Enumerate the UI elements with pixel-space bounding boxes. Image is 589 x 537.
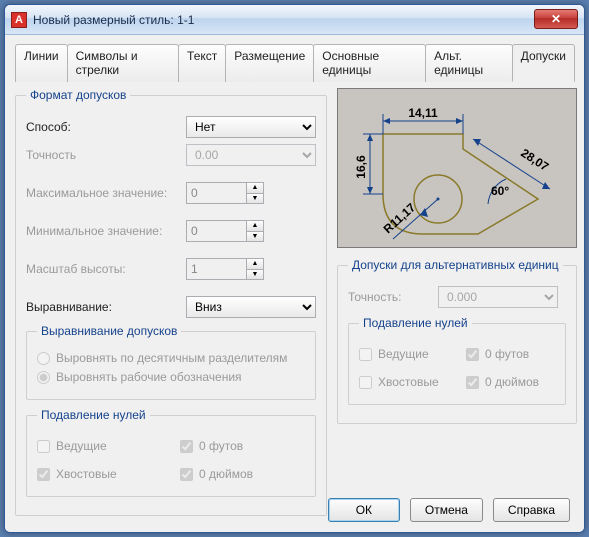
- leading-check: [37, 440, 50, 453]
- alt-inches-check: [466, 376, 479, 389]
- button-row: ОК Отмена Справка: [328, 498, 570, 522]
- inches-check: [180, 468, 193, 481]
- dim-left: 16,6: [354, 155, 368, 179]
- alt-precision-label: Точность:: [348, 290, 438, 304]
- right-column: 14,11 16,6 28,07: [337, 88, 577, 524]
- max-input: [186, 182, 246, 204]
- tab-fit[interactable]: Размещение: [225, 44, 314, 82]
- precision-select: 0.00: [186, 144, 316, 166]
- method-select[interactable]: Нет: [186, 116, 316, 138]
- tolerance-align-legend: Выравнивание допусков: [37, 324, 181, 338]
- dim-top: 14,11: [408, 106, 438, 120]
- dialog-window: A Новый размерный стиль: 1-1 ✕ Линии Сим…: [4, 4, 585, 533]
- alt-tolerance-group: Допуски для альтернативных единиц Точнос…: [337, 258, 577, 424]
- app-icon: A: [11, 12, 27, 28]
- scale-input: [186, 258, 246, 280]
- alt-zero-suppression-group: Подавление нулей Ведущие 0 футов Хвостов…: [348, 316, 566, 405]
- alt-zero-legend: Подавление нулей: [359, 316, 472, 330]
- max-spinner: ▲▼: [186, 182, 266, 204]
- close-icon: ✕: [551, 12, 561, 26]
- method-label: Способ:: [26, 120, 186, 134]
- align-decimal-label: Выровнять по десятичным разделителям: [56, 351, 287, 365]
- preview-pane: 14,11 16,6 28,07: [337, 88, 577, 248]
- tab-text[interactable]: Текст: [178, 44, 226, 82]
- min-spinner: ▲▼: [186, 220, 266, 242]
- alt-feet-label: 0 футов: [485, 347, 529, 361]
- cancel-button[interactable]: Отмена: [410, 498, 483, 522]
- content-panel: Формат допусков Способ: Нет Точность 0.0…: [15, 88, 574, 524]
- scale-spinner: ▲▼: [186, 258, 266, 280]
- leading-label: Ведущие: [56, 439, 107, 453]
- zero-suppression-legend: Подавление нулей: [37, 408, 150, 422]
- window-title: Новый размерный стиль: 1-1: [33, 13, 194, 27]
- spin-down-icon: ▼: [246, 193, 264, 205]
- tab-alt-units[interactable]: Альт. единицы: [425, 44, 513, 82]
- spin-down-icon: ▼: [246, 231, 264, 243]
- tab-lines[interactable]: Линии: [15, 44, 68, 82]
- tolerance-format-legend: Формат допусков: [26, 88, 130, 102]
- trailing-label: Хвостовые: [56, 467, 117, 481]
- tab-primary-units[interactable]: Основные единицы: [313, 44, 426, 82]
- max-label: Максимальное значение:: [26, 186, 186, 200]
- tolerance-align-group: Выравнивание допусков Выровнять по десят…: [26, 324, 316, 400]
- align-operational-label: Выровнять рабочие обозначения: [56, 370, 242, 384]
- dim-diag: 28,07: [518, 146, 551, 174]
- align-select[interactable]: Вниз: [186, 296, 316, 318]
- align-operational-radio: [37, 371, 50, 384]
- alt-inches-label: 0 дюймов: [485, 375, 539, 389]
- align-decimal-radio: [37, 352, 50, 365]
- left-column: Формат допусков Способ: Нет Точность 0.0…: [15, 88, 327, 524]
- alt-precision-select: 0.000: [438, 286, 558, 308]
- scale-label: Масштаб высоты:: [26, 262, 186, 276]
- precision-label: Точность: [26, 148, 186, 162]
- tab-tolerances[interactable]: Допуски: [512, 44, 575, 82]
- alt-trailing-check: [359, 376, 372, 389]
- titlebar: A Новый размерный стиль: 1-1 ✕: [5, 5, 584, 35]
- tolerance-format-group: Формат допусков Способ: Нет Точность 0.0…: [15, 88, 327, 516]
- tabstrip: Линии Символы и стрелки Текст Размещение…: [15, 43, 574, 82]
- trailing-check: [37, 468, 50, 481]
- min-input: [186, 220, 246, 242]
- alt-tolerance-legend: Допуски для альтернативных единиц: [348, 258, 563, 272]
- ok-button[interactable]: ОК: [328, 498, 400, 522]
- dim-angle: 60°: [491, 184, 509, 198]
- spin-up-icon: ▲: [246, 220, 264, 231]
- spin-down-icon: ▼: [246, 269, 264, 281]
- spin-up-icon: ▲: [246, 182, 264, 193]
- alt-leading-label: Ведущие: [378, 347, 429, 361]
- zero-suppression-group: Подавление нулей Ведущие 0 футов Хвостов…: [26, 408, 316, 497]
- min-label: Минимальное значение:: [26, 224, 186, 238]
- alt-trailing-label: Хвостовые: [378, 375, 439, 389]
- inches-label: 0 дюймов: [199, 467, 253, 481]
- preview-drawing: 14,11 16,6 28,07: [338, 89, 578, 249]
- spin-up-icon: ▲: [246, 258, 264, 269]
- dim-radius: R11,17: [381, 200, 419, 236]
- feet-check: [180, 440, 193, 453]
- feet-label: 0 футов: [199, 439, 243, 453]
- client-area: Линии Символы и стрелки Текст Размещение…: [5, 35, 584, 532]
- align-label: Выравнивание:: [26, 300, 186, 314]
- help-button[interactable]: Справка: [493, 498, 570, 522]
- alt-leading-check: [359, 348, 372, 361]
- tab-arrows[interactable]: Символы и стрелки: [67, 44, 179, 82]
- close-button[interactable]: ✕: [534, 9, 578, 29]
- alt-feet-check: [466, 348, 479, 361]
